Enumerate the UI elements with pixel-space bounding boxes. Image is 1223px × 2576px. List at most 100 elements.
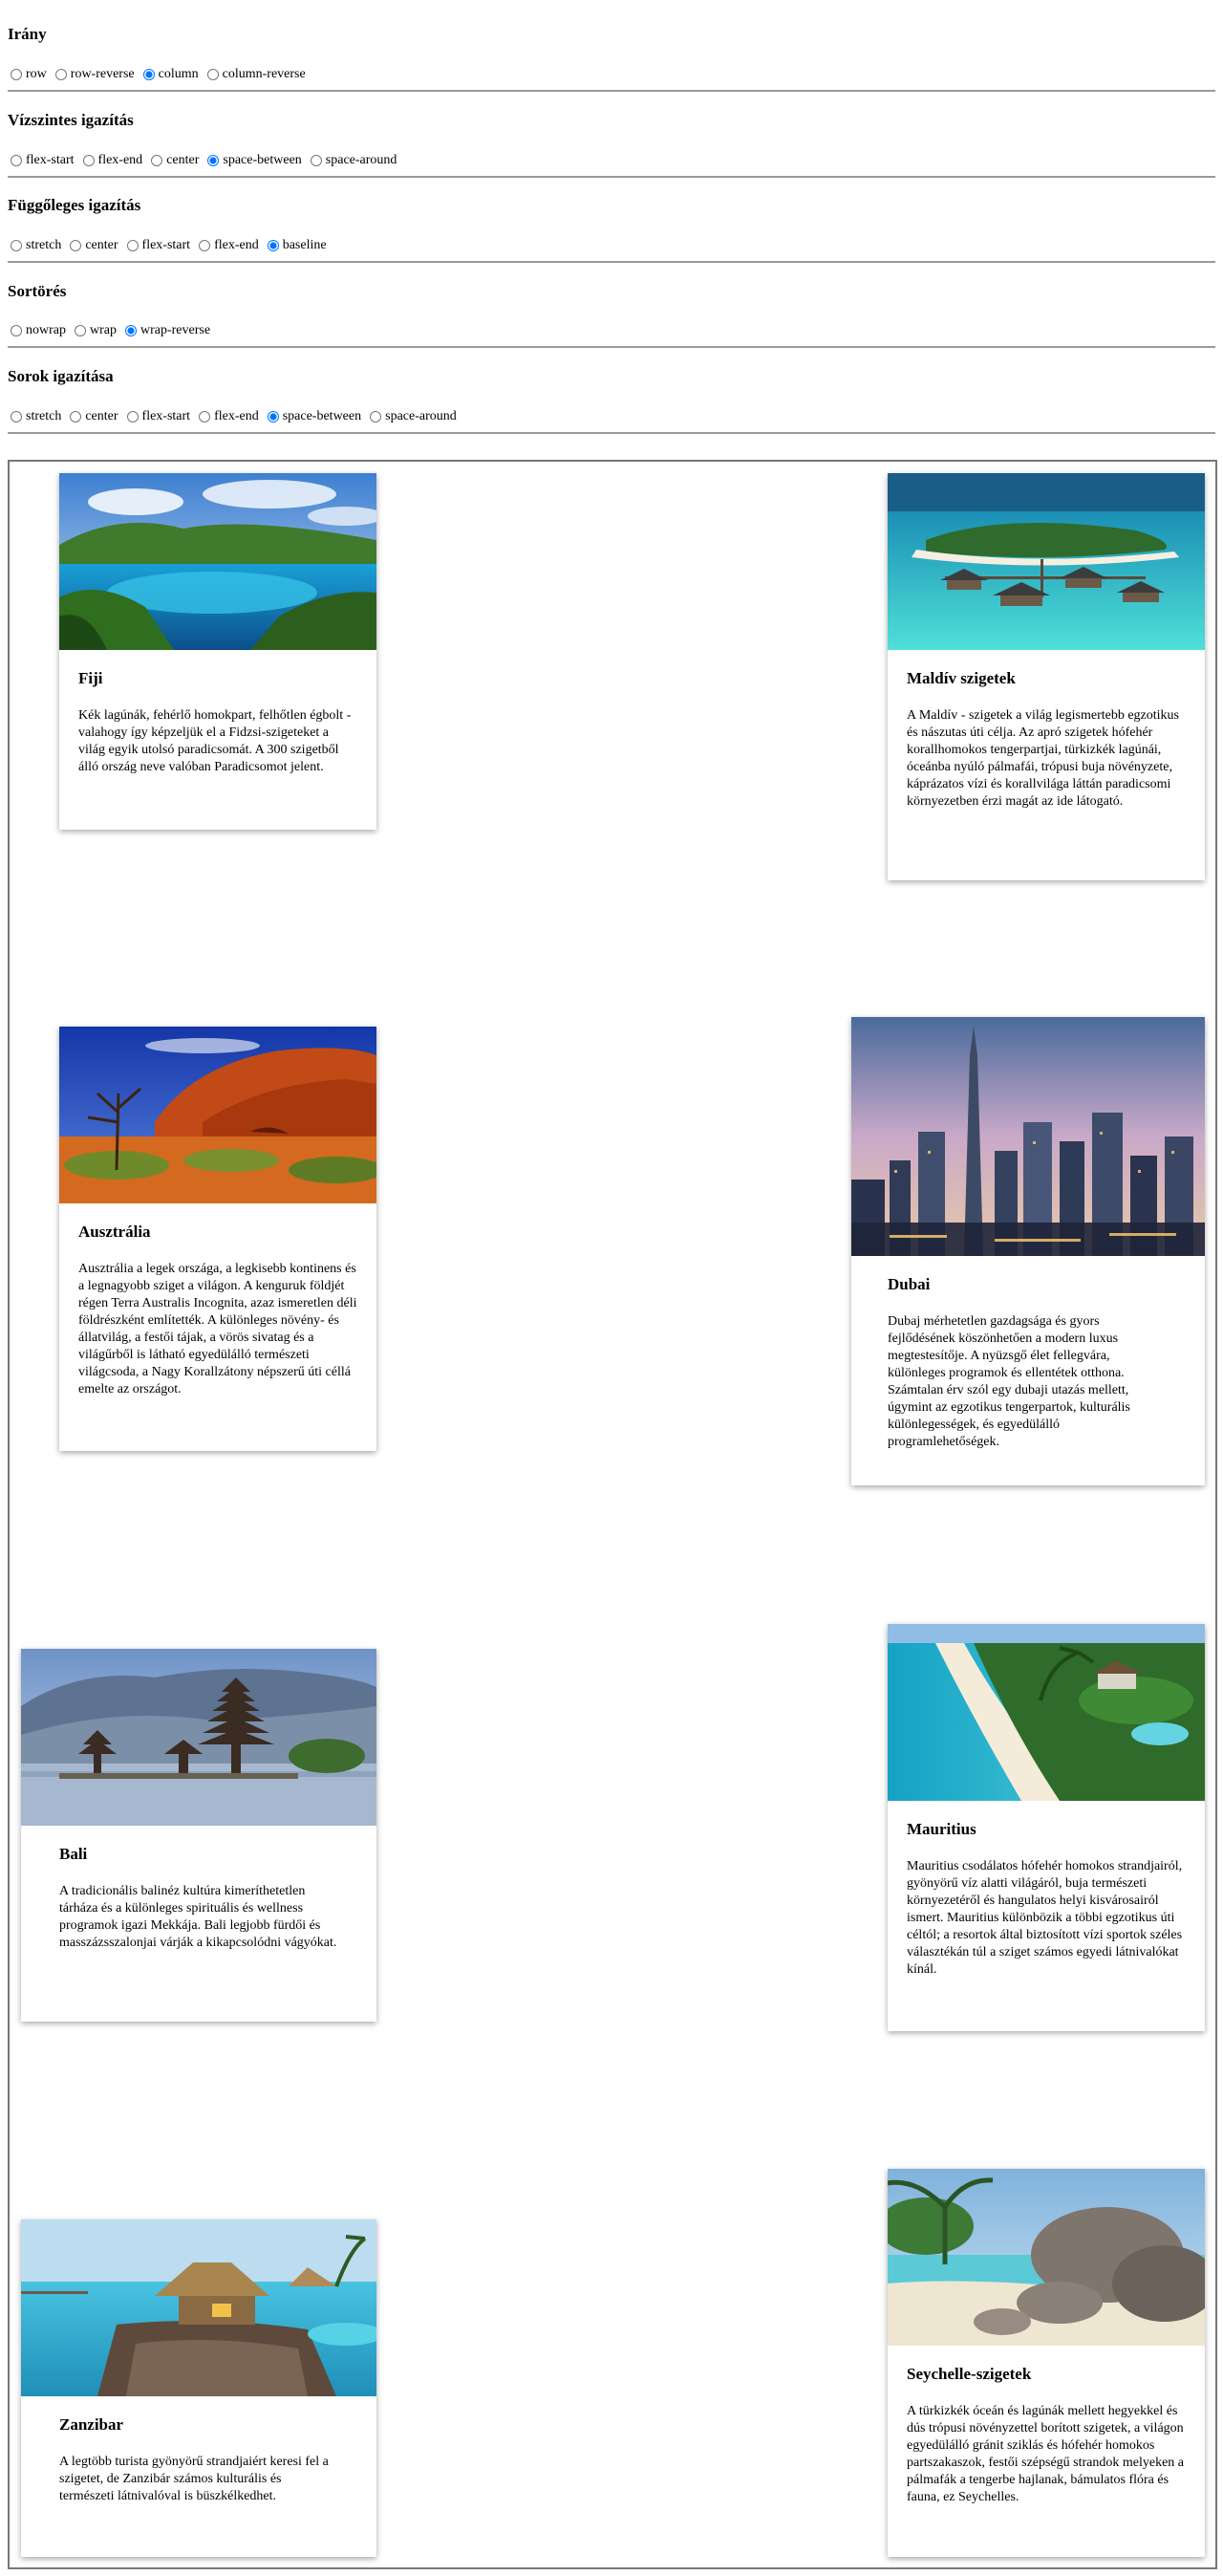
card-title: Ausztrália <box>78 1223 151 1241</box>
radio-button[interactable] <box>151 155 163 166</box>
card-body: Maldív szigetek A Maldív - szigetek a vi… <box>888 650 1205 811</box>
radio-button[interactable] <box>207 155 220 166</box>
radio-option-flex-start[interactable]: flex-start <box>8 153 75 168</box>
maldives-photo <box>888 473 1205 650</box>
radio-button[interactable] <box>310 155 322 166</box>
card-text: A legtöbb turista gyönyörű strandjaiért … <box>59 2455 329 2503</box>
radio-label: nowrap <box>26 323 66 337</box>
control-title: Függőleges igazítás <box>8 196 141 214</box>
card-australia: Ausztrália Ausztrália a legek országa, a… <box>59 1027 376 1451</box>
radio-label: stretch <box>26 409 62 423</box>
radio-group: stretch center flex-start flex-end space-bet… <box>8 409 462 424</box>
radio-option-wrap[interactable]: wrap <box>72 323 117 338</box>
control-title: Vízszintes igazítás <box>8 111 134 129</box>
radio-option-flex-end[interactable]: flex-end <box>196 238 259 253</box>
radio-option-wrap-reverse[interactable]: wrap-reverse <box>122 323 210 338</box>
radio-button[interactable] <box>206 69 219 80</box>
radio-button[interactable] <box>11 325 22 336</box>
radio-button[interactable] <box>70 411 82 422</box>
radio-option-column[interactable]: column <box>140 67 199 82</box>
divider <box>8 346 1215 348</box>
radio-button[interactable] <box>267 411 279 422</box>
dubai-photo <box>851 1017 1205 1256</box>
radio-button[interactable] <box>75 325 86 336</box>
radio-option-space-around[interactable]: space-around <box>308 153 397 168</box>
radio-button[interactable] <box>267 240 279 251</box>
divider <box>8 176 1215 178</box>
card-zanzibar: Zanzibar A legtöbb turista gyönyörű stra… <box>21 2219 376 2557</box>
radio-option-stretch[interactable]: stretch <box>8 409 61 424</box>
radio-button[interactable] <box>125 325 137 336</box>
radio-label: space-around <box>385 409 457 423</box>
radio-option-space-around[interactable]: space-around <box>367 409 457 424</box>
radio-label: space-around <box>325 153 397 167</box>
radio-group: stretch center flex-start flex-end baseline <box>8 238 333 253</box>
australia-photo <box>59 1027 376 1203</box>
card-maldives: Maldív szigetek A Maldív - szigetek a vi… <box>888 473 1205 880</box>
radio-label: column <box>158 67 199 81</box>
radio-option-row-reverse[interactable]: row-reverse <box>53 67 135 82</box>
card-mauritius: Mauritius Mauritius csodálatos hófehér h… <box>888 1624 1205 2031</box>
radio-button[interactable] <box>370 411 382 422</box>
control-title: Sorok igazítása <box>8 367 114 385</box>
mauritius-photo <box>888 1624 1205 1801</box>
radio-label: center <box>85 409 118 423</box>
card-body: Fiji Kék lagúnák, fehérlő homokpart, fel… <box>59 650 376 776</box>
radio-group: nowrap wrap wrap-reverse <box>8 323 216 338</box>
radio-label: center <box>166 153 200 167</box>
card-body: Dubai Dubaj mérhetetlen gazdagsága és gy… <box>851 1256 1205 1451</box>
radio-option-flex-end[interactable]: flex-end <box>196 409 259 424</box>
card-body: Bali A tradicionális balinéz kultúra kim… <box>21 1826 376 1952</box>
radio-option-row[interactable]: row <box>8 67 47 82</box>
radio-option-flex-end[interactable]: flex-end <box>80 153 143 168</box>
radio-option-space-between[interactable]: space-between <box>265 409 361 424</box>
card-title: Maldív szigetek <box>907 669 1016 687</box>
fiji-photo <box>59 473 376 650</box>
radio-option-column-reverse[interactable]: column-reverse <box>204 67 306 82</box>
card-text: A Maldív - szigetek a világ legismertebb… <box>907 708 1179 809</box>
radio-button[interactable] <box>11 155 22 166</box>
radio-option-flex-start[interactable]: flex-start <box>124 238 190 253</box>
radio-button[interactable] <box>199 240 211 251</box>
radio-button[interactable] <box>54 69 67 80</box>
radio-button[interactable] <box>126 411 139 422</box>
radio-button[interactable] <box>142 69 155 80</box>
radio-option-flex-start[interactable]: flex-start <box>124 409 190 424</box>
radio-option-baseline[interactable]: baseline <box>265 238 327 253</box>
radio-label: stretch <box>26 238 62 252</box>
radio-group: row row-reverse column column-reverse <box>8 67 311 82</box>
bali-photo <box>21 1649 376 1826</box>
radio-label: flex-end <box>97 153 143 167</box>
radio-label: row <box>26 67 47 81</box>
card-text: Dubaj mérhetetlen gazdagsága és gyors fe… <box>888 1314 1130 1449</box>
divider <box>8 432 1215 434</box>
radio-option-stretch[interactable]: stretch <box>8 238 61 253</box>
radio-option-center[interactable]: center <box>67 238 118 253</box>
card-title: Seychelle-szigetek <box>907 2365 1032 2383</box>
card-title: Bali <box>59 1845 88 1863</box>
card-body: Zanzibar A legtöbb turista gyönyörű stra… <box>21 2396 376 2505</box>
radio-option-nowrap[interactable]: nowrap <box>8 323 66 338</box>
radio-label: flex-start <box>26 153 75 167</box>
radio-option-center[interactable]: center <box>67 409 118 424</box>
card-dubai: Dubai Dubaj mérhetetlen gazdagsága és gy… <box>851 1017 1205 1485</box>
radio-button[interactable] <box>11 411 22 422</box>
radio-button[interactable] <box>70 240 82 251</box>
radio-button[interactable] <box>82 155 95 166</box>
card-text: A tradicionális balinéz kultúra kimeríth… <box>59 1884 337 1950</box>
radio-option-space-between[interactable]: space-between <box>204 153 302 168</box>
radio-label: wrap <box>90 323 117 337</box>
radio-label: row-reverse <box>70 67 135 81</box>
card-bali: Bali A tradicionális balinéz kultúra kim… <box>21 1649 376 2022</box>
card-text: A türkizkék óceán és lagúnák mellett heg… <box>907 2404 1185 2504</box>
radio-label: space-between <box>223 153 302 167</box>
radio-button[interactable] <box>126 240 139 251</box>
card-body: Mauritius Mauritius csodálatos hófehér h… <box>888 1801 1205 1979</box>
radio-option-center[interactable]: center <box>148 153 199 168</box>
divider <box>8 90 1215 92</box>
radio-label: baseline <box>282 238 327 252</box>
radio-button[interactable] <box>199 411 211 422</box>
flex-container-preview: Fiji Kék lagúnák, fehérlő homokpart, fel… <box>8 460 1217 2569</box>
radio-button[interactable] <box>11 240 22 251</box>
radio-button[interactable] <box>11 69 22 80</box>
